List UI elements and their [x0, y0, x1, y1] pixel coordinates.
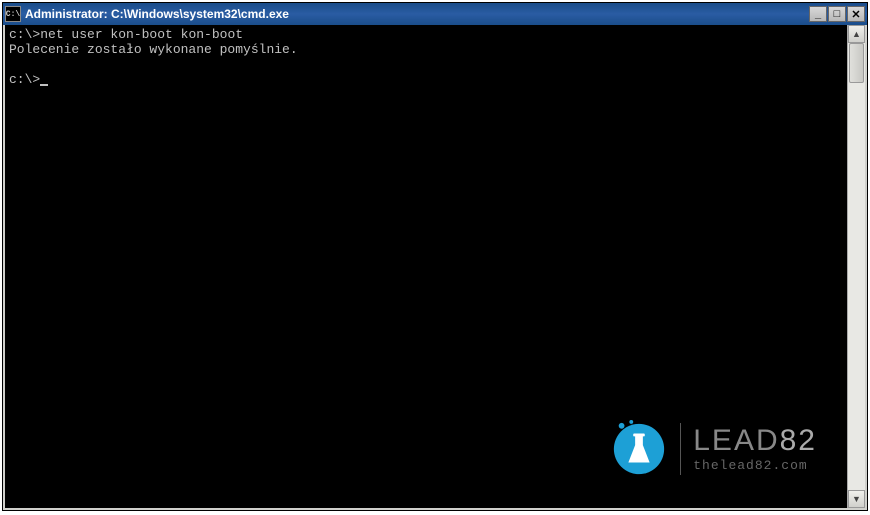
output-text: Polecenie zostało wykonane pomyślnie. — [9, 42, 298, 57]
watermark-text: LEAD82 thelead82.com — [693, 426, 817, 473]
brand-a: LEAD — [693, 424, 779, 457]
vertical-scrollbar[interactable]: ▲ ▼ — [847, 25, 865, 508]
prompt: c:\> — [9, 27, 40, 42]
window-controls: _ □ ✕ — [808, 6, 865, 22]
maximize-button[interactable]: □ — [828, 6, 846, 22]
cmd-icon-label: C:\ — [6, 10, 20, 19]
command-text: net user kon-boot kon-boot — [40, 27, 243, 42]
scroll-thumb[interactable] — [849, 43, 864, 83]
titlebar[interactable]: C:\ Administrator: C:\Windows\system32\c… — [3, 3, 867, 25]
cursor — [40, 84, 48, 86]
watermark-brand: LEAD82 — [693, 426, 817, 456]
close-button[interactable]: ✕ — [847, 6, 865, 22]
flask-icon — [610, 420, 668, 478]
watermark: LEAD82 thelead82.com — [610, 420, 817, 478]
minimize-button[interactable]: _ — [809, 6, 827, 22]
watermark-url: thelead82.com — [693, 458, 807, 473]
brand-b: 82 — [780, 424, 817, 457]
terminal-output[interactable]: c:\>net user kon-boot kon-boot Polecenie… — [5, 25, 847, 508]
scroll-track[interactable] — [848, 43, 865, 490]
cmd-window: C:\ Administrator: C:\Windows\system32\c… — [2, 2, 868, 511]
watermark-divider — [680, 423, 681, 475]
content-wrapper: c:\>net user kon-boot kon-boot Polecenie… — [3, 25, 867, 510]
scroll-up-button[interactable]: ▲ — [848, 25, 865, 43]
cmd-icon: C:\ — [5, 6, 21, 22]
window-title: Administrator: C:\Windows\system32\cmd.e… — [25, 7, 808, 21]
scroll-down-button[interactable]: ▼ — [848, 490, 865, 508]
prompt: c:\> — [9, 72, 40, 87]
